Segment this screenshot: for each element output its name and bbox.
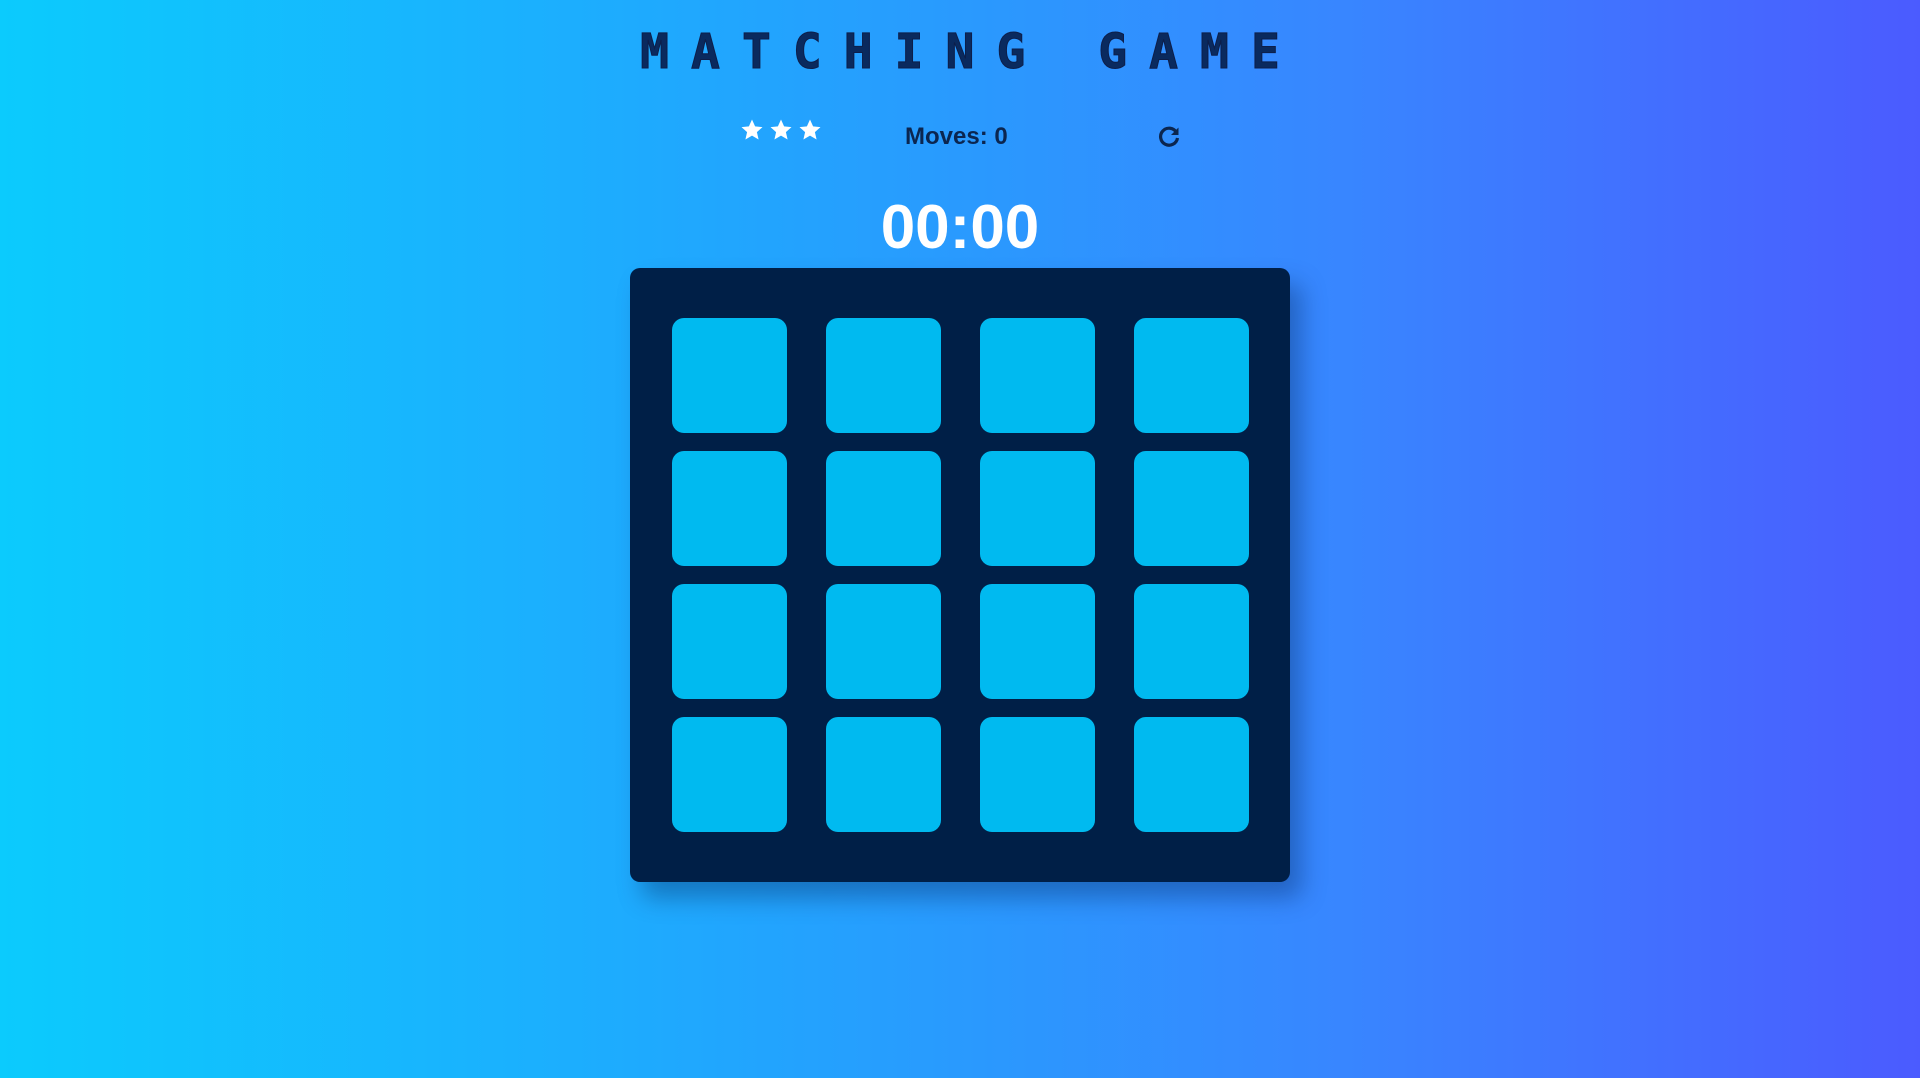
card[interactable] (672, 451, 787, 566)
star-icon (799, 119, 821, 140)
card[interactable] (1134, 318, 1249, 433)
card[interactable] (980, 717, 1095, 832)
card[interactable] (672, 318, 787, 433)
card[interactable] (826, 318, 941, 433)
card[interactable] (672, 717, 787, 832)
star-icon (770, 119, 792, 140)
card[interactable] (826, 717, 941, 832)
star-rating (740, 118, 822, 142)
card[interactable] (1134, 717, 1249, 832)
timer: 00:00 (880, 193, 1040, 262)
card[interactable] (1134, 584, 1249, 699)
card[interactable] (980, 451, 1095, 566)
score-panel: Moves: 0 (730, 118, 1190, 158)
restart-button[interactable] (1156, 124, 1182, 150)
card[interactable] (826, 584, 941, 699)
game-title: MATCHING GAME (640, 24, 1302, 81)
card[interactable] (826, 451, 941, 566)
card[interactable] (980, 584, 1095, 699)
moves-counter: Moves: 0 (905, 123, 1008, 150)
card[interactable] (1134, 451, 1249, 566)
restart-icon (1159, 126, 1180, 147)
card-deck (630, 268, 1290, 882)
card[interactable] (980, 318, 1095, 433)
star-icon (741, 119, 763, 140)
card[interactable] (672, 584, 787, 699)
